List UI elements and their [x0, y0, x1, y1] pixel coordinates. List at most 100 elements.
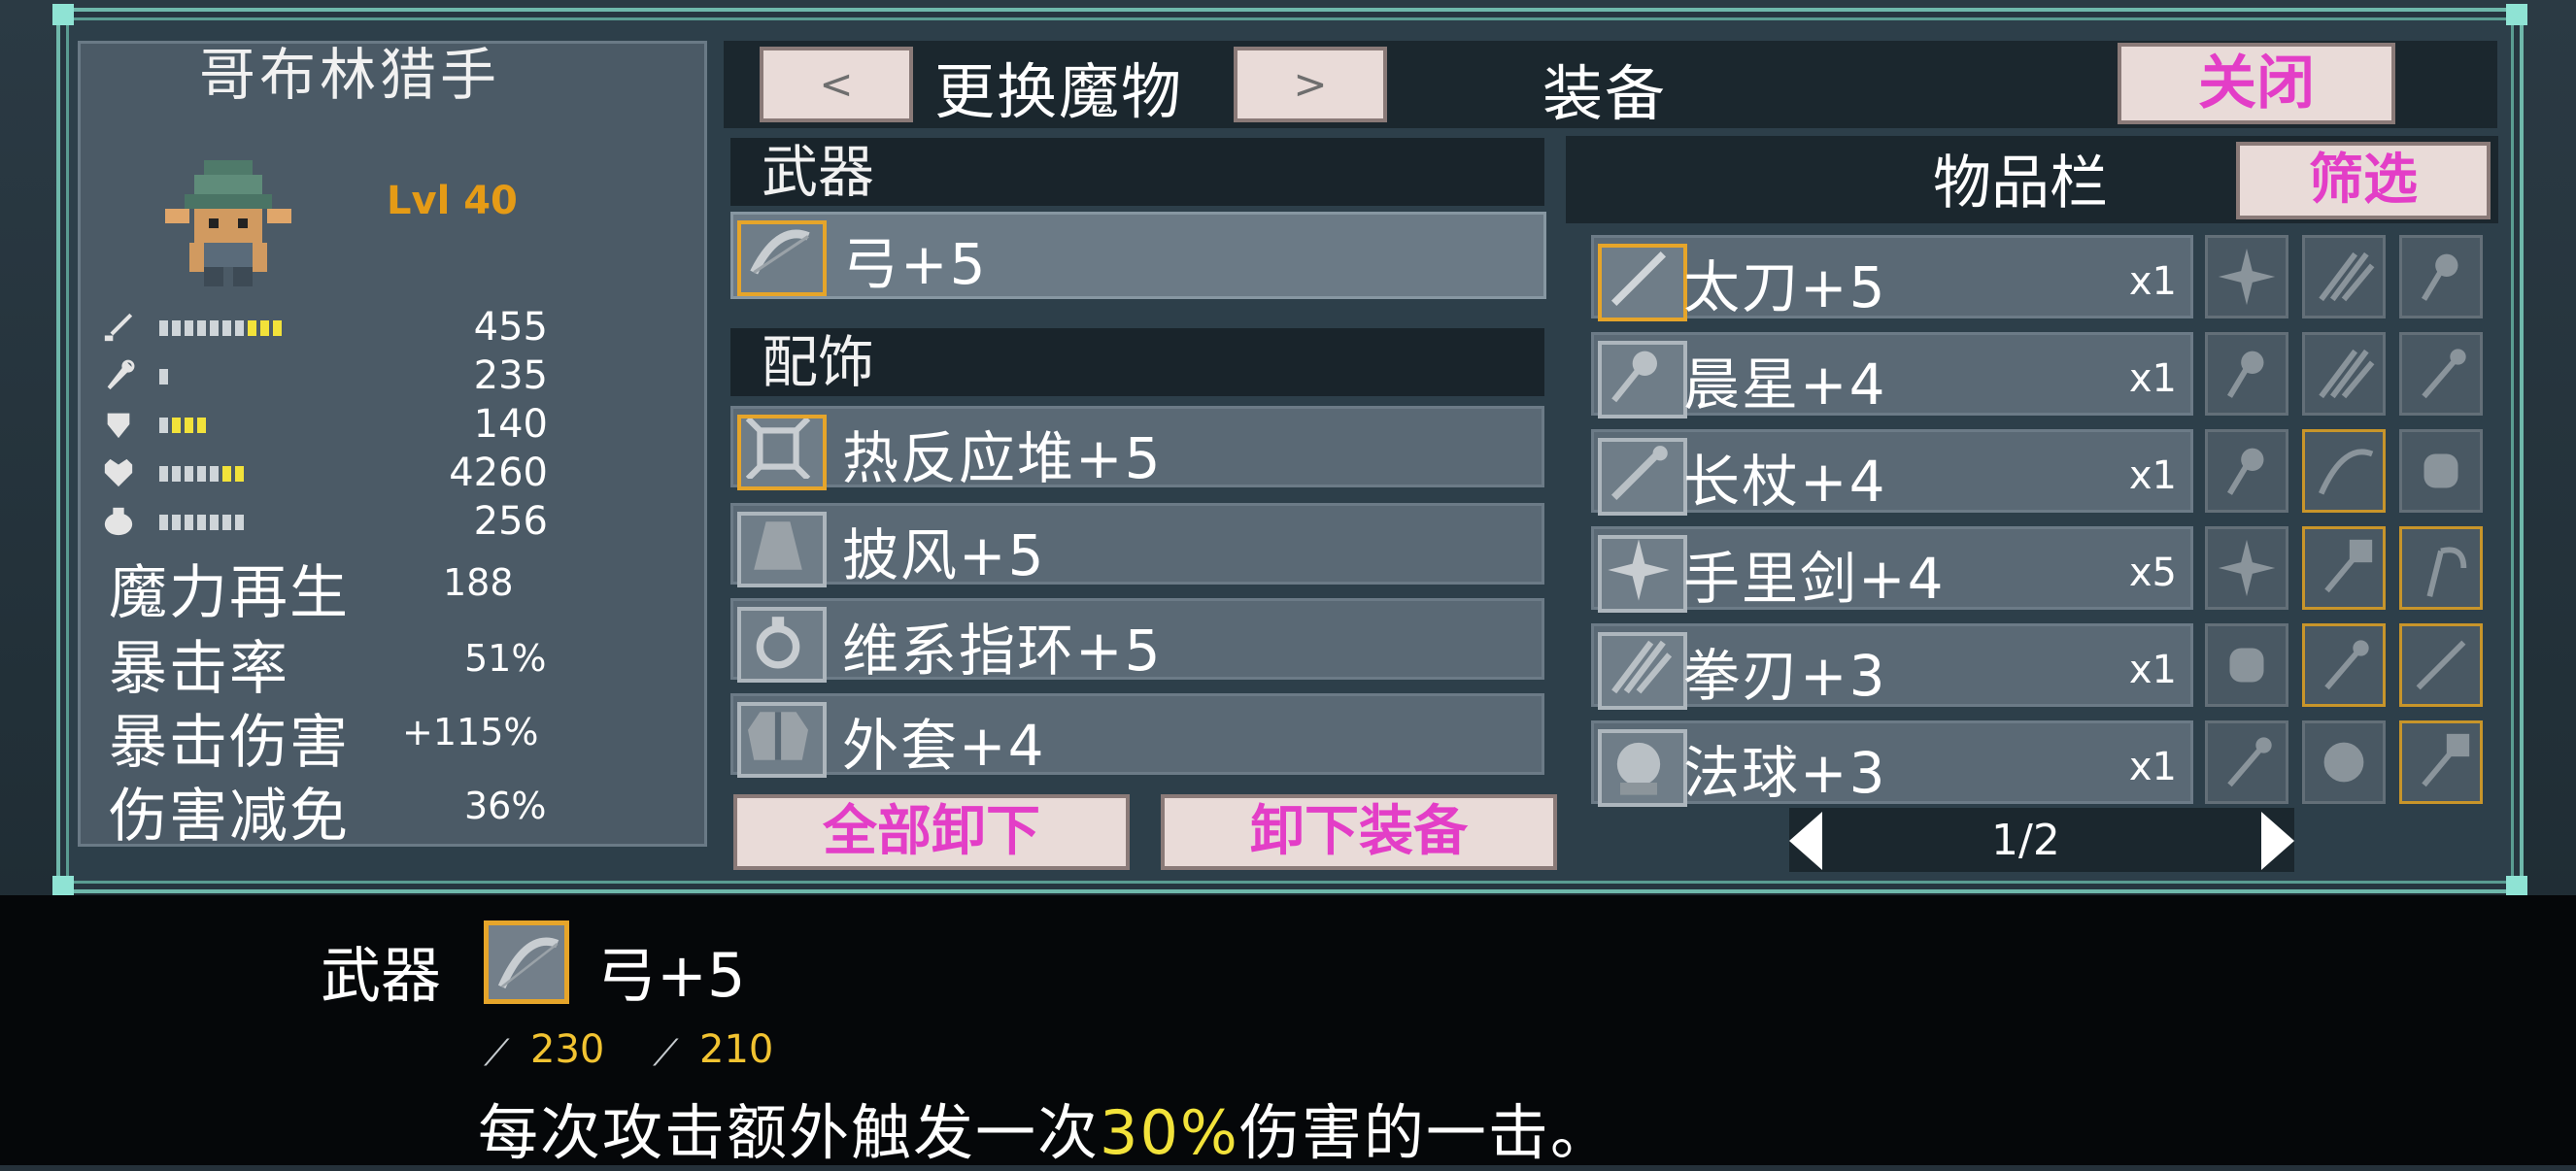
- stat-row-magic: 235: [101, 353, 587, 398]
- prev-monster-button[interactable]: <: [760, 47, 913, 122]
- accessory-slot[interactable]: 外套+4: [730, 693, 1544, 779]
- staff-icon: [101, 359, 136, 392]
- accessory-slot[interactable]: 维系指环+5: [730, 598, 1544, 684]
- bow-icon: [2319, 449, 2374, 495]
- item-name: 手里剑+4: [1683, 546, 1946, 612]
- staff-icon: ⟋: [653, 1031, 679, 1074]
- grid-slot[interactable]: [2399, 623, 2483, 707]
- inventory-item[interactable]: 法球+3 x1: [1591, 720, 2193, 807]
- grid-slot[interactable]: [2302, 235, 2386, 318]
- shuriken-icon: [2218, 539, 2276, 597]
- tooltip-magic-attack-value: 210: [699, 1027, 774, 1072]
- attribute-value: +115%: [402, 711, 539, 753]
- accessory-name: 披风+5: [842, 522, 1046, 588]
- item-name: 太刀+5: [1683, 254, 1887, 320]
- shield-icon: [101, 408, 136, 441]
- stat-value: 140: [473, 402, 548, 447]
- hammer-icon: [2324, 539, 2373, 593]
- inventory-item[interactable]: 手里剑+4 x5: [1591, 526, 2193, 613]
- stat-bar: [159, 466, 392, 482]
- monster-avatar: [165, 155, 291, 291]
- bow-icon: [737, 220, 827, 296]
- grid-slot[interactable]: [2205, 332, 2288, 416]
- grid-slot[interactable]: [2399, 720, 2483, 804]
- grid-slot[interactable]: [2205, 526, 2288, 610]
- ring-icon: [737, 607, 827, 683]
- gauntlet-icon: [2423, 453, 2458, 488]
- page-prev-arrow-icon[interactable]: [1789, 812, 1822, 870]
- sword-icon: [101, 311, 136, 344]
- morningstar-icon: [1598, 341, 1687, 418]
- weapon-section-header: 武器: [730, 138, 1544, 206]
- stat-value: 256: [473, 499, 548, 544]
- grid-slot[interactable]: [2205, 235, 2288, 318]
- page-next-arrow-icon[interactable]: [2261, 812, 2294, 870]
- panel-corner: [52, 4, 74, 25]
- staff-icon: [2227, 737, 2272, 787]
- orb-icon: [2323, 742, 2364, 783]
- weapon-slot[interactable]: 弓+5: [730, 212, 1546, 299]
- item-quantity: x1: [2128, 745, 2177, 789]
- attribute-label: 暴击率: [109, 635, 289, 703]
- grid-slot[interactable]: [2302, 526, 2386, 610]
- morningstar-icon: [2226, 448, 2264, 495]
- item-quantity: x1: [2128, 453, 2177, 498]
- bow-icon: [484, 920, 569, 1004]
- grid-slot[interactable]: [2399, 332, 2483, 416]
- desc-text: 每次攻击额外触发一次: [478, 1097, 1101, 1168]
- item-name: 晨星+4: [1683, 351, 1887, 418]
- claw-blade-icon: [2319, 349, 2375, 399]
- inventory-item[interactable]: 拳刃+3 x1: [1591, 623, 2193, 710]
- stat-row-attack: 455: [101, 305, 587, 350]
- grid-slot[interactable]: [2399, 235, 2483, 318]
- next-monster-button[interactable]: >: [1234, 47, 1387, 122]
- grid-slot[interactable]: [2399, 429, 2483, 513]
- item-quantity: x1: [2128, 259, 2177, 304]
- inventory-item[interactable]: 晨星+4 x1: [1591, 332, 2193, 418]
- grid-slot[interactable]: [2302, 332, 2386, 416]
- grid-slot[interactable]: [2205, 623, 2288, 707]
- attribute-value: 51%: [464, 637, 547, 680]
- accessory-name: 维系指环+5: [842, 618, 1163, 684]
- attribute-label: 伤害减免: [109, 783, 350, 851]
- accessory-slot[interactable]: 热反应堆+5: [730, 406, 1544, 491]
- claw-blade-icon: [1598, 632, 1687, 710]
- tooltip-item-type: 武器: [321, 940, 442, 1011]
- inventory-item[interactable]: 长杖+4 x1: [1591, 429, 2193, 516]
- grid-slot[interactable]: [2302, 429, 2386, 513]
- accessory-slot[interactable]: 披风+5: [730, 503, 1544, 588]
- close-button[interactable]: 关闭: [2118, 43, 2395, 124]
- claw-blade-icon: [2319, 251, 2375, 302]
- shuriken-icon: [2218, 248, 2276, 306]
- coat-icon: [737, 702, 827, 778]
- item-name: 长杖+4: [1683, 449, 1887, 515]
- desc-highlight: 30%: [1100, 1097, 1239, 1168]
- gauntlet-icon: [2229, 648, 2264, 683]
- grid-slot[interactable]: [2399, 526, 2483, 610]
- stat-bar: [159, 418, 392, 433]
- accessory-name: 外套+4: [842, 713, 1046, 779]
- scythe-icon: [2426, 547, 2467, 597]
- item-quantity: x1: [2128, 648, 2177, 692]
- stat-value: 4260: [449, 451, 548, 495]
- grid-slot[interactable]: [2205, 429, 2288, 513]
- item-name: 法球+3: [1683, 740, 1887, 806]
- monster-name: 哥布林猎手: [198, 42, 500, 108]
- grid-slot[interactable]: [2302, 720, 2386, 804]
- filter-button[interactable]: 筛选: [2236, 142, 2491, 219]
- sword-icon: [2416, 640, 2466, 690]
- cloak-icon: [737, 512, 827, 587]
- panel-corner: [2506, 4, 2527, 25]
- item-name: 拳刃+3: [1683, 643, 1887, 709]
- inventory-item[interactable]: 太刀+5 x1: [1591, 235, 2193, 321]
- grid-slot[interactable]: [2205, 720, 2288, 804]
- page-indicator: 1/2: [1991, 816, 2060, 865]
- unequip-button[interactable]: 卸下装备: [1161, 794, 1557, 870]
- grid-slot[interactable]: [2302, 623, 2386, 707]
- attribute-label: 暴击伤害: [109, 709, 350, 777]
- potion-icon: [101, 505, 136, 538]
- tooltip-attack-value: 230: [530, 1027, 605, 1072]
- morningstar-icon: [2226, 351, 2264, 398]
- stat-bar: [159, 369, 392, 385]
- unequip-all-button[interactable]: 全部卸下: [733, 794, 1130, 870]
